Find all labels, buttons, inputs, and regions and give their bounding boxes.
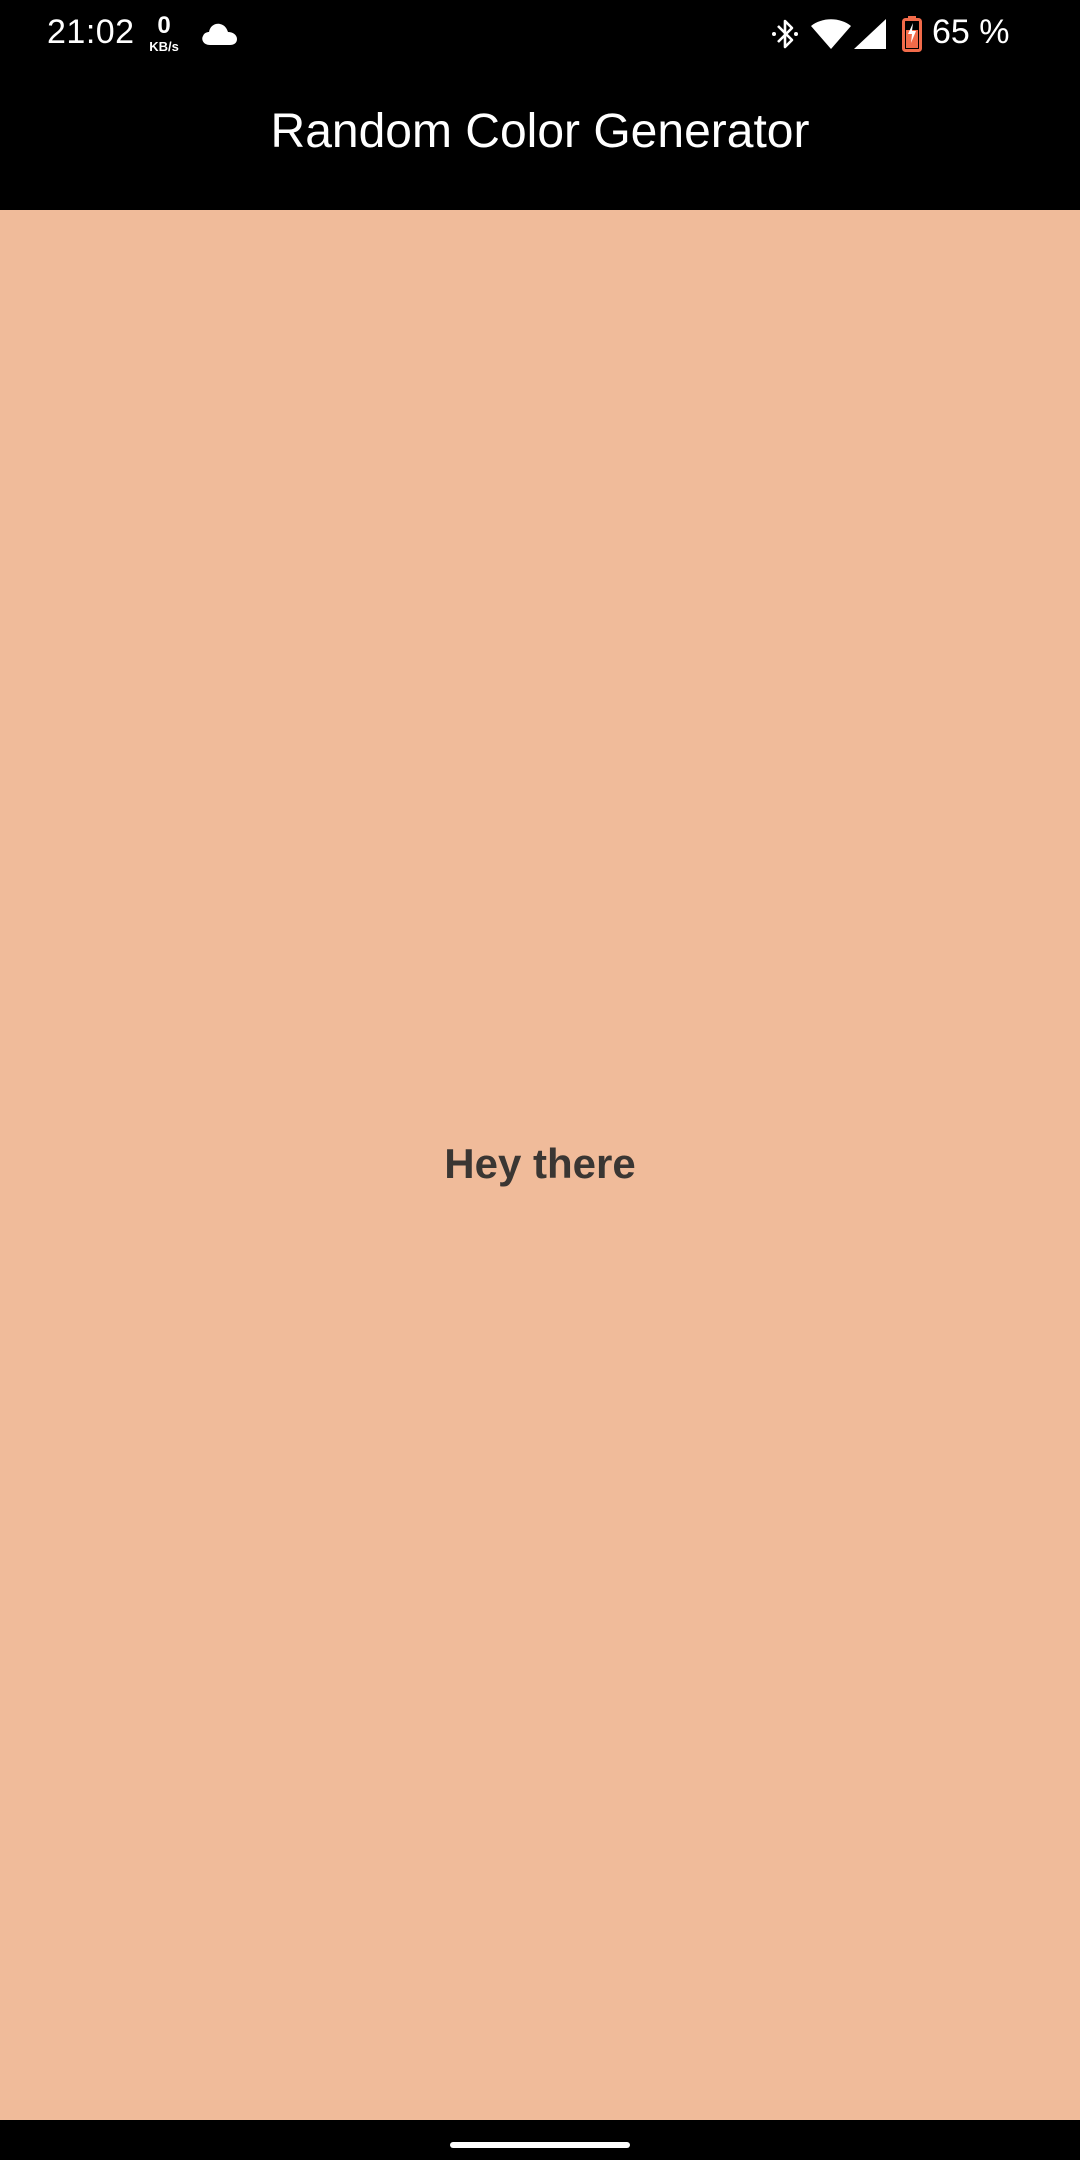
app-bar: Random Color Generator [0,68,1080,210]
color-display-area[interactable]: Hey there [0,210,1080,2120]
gesture-handle[interactable] [450,2142,630,2148]
app-title: Random Color Generator [270,104,810,158]
wifi-icon [811,19,851,49]
status-bar: 21:02 0 KB/s 65 % [0,0,1080,68]
navigation-bar [0,2120,1080,2160]
network-speed-indicator: 0 KB/s [143,12,185,54]
screen: 21:02 0 KB/s 65 % Random Color Generator [0,0,1080,2160]
cloud-icon [202,23,237,45]
battery-percentage: 65 % [932,13,1010,51]
network-speed-unit: KB/s [149,39,179,54]
battery-charging-icon [902,16,922,52]
status-time: 21:02 [47,13,135,51]
cellular-signal-icon [854,19,886,49]
network-speed-value: 0 [157,12,171,39]
bluetooth-icon [772,19,798,49]
greeting-text: Hey there [444,1140,636,1187]
